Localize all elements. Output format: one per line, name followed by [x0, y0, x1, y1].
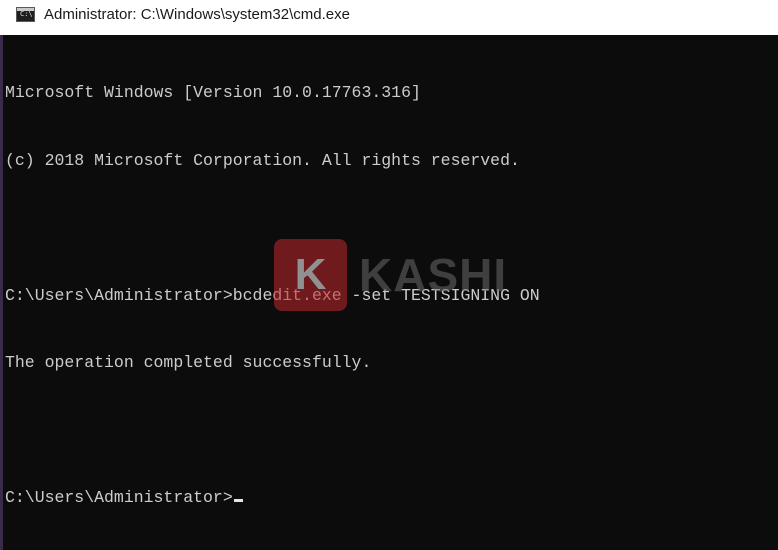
window-left-edge — [0, 0, 3, 550]
console-line-copyright: (c) 2018 Microsoft Corporation. All righ… — [5, 150, 520, 170]
kashi-watermark: K KASHI — [274, 239, 507, 311]
console-line-result: The operation completed successfully. — [5, 353, 372, 372]
text-cursor — [233, 499, 243, 502]
kashi-logo-letter: K — [294, 250, 327, 299]
cmd-icon-prompt: C:\ — [20, 10, 33, 18]
cmd-icon[interactable]: C:\ — [16, 7, 35, 22]
console-line-version: Microsoft Windows [Version 10.0.17763.31… — [5, 83, 421, 102]
console-prompt-line[interactable]: C:\Users\Administrator> — [5, 487, 775, 510]
kashi-logo-word: KASHI — [359, 249, 508, 301]
window-title: Administrator: C:\Windows\system32\cmd.e… — [44, 6, 350, 23]
title-bar[interactable]: C:\ Administrator: C:\Windows\system32\c… — [0, 0, 778, 35]
cmd-window: C:\ Administrator: C:\Windows\system32\c… — [0, 0, 778, 550]
kashi-logo-icon: K — [274, 239, 347, 311]
console-prompt: C:\Users\Administrator> — [5, 488, 233, 507]
